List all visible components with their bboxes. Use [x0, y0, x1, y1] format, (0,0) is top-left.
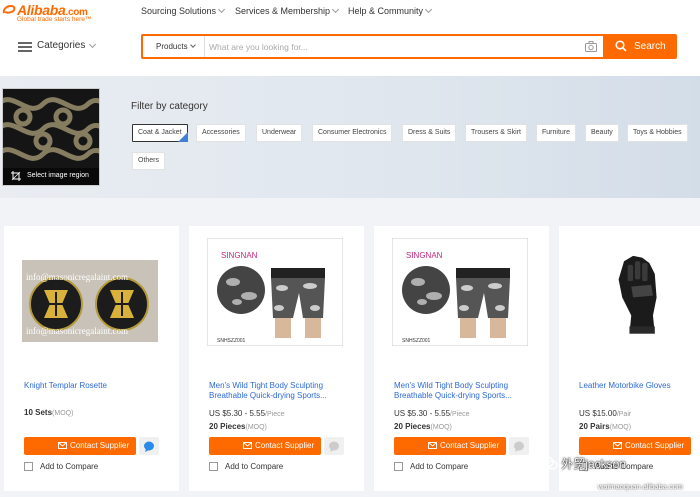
- chip-trousers-skirt[interactable]: Trousers & Skirt: [465, 124, 527, 142]
- price-row: US $5.30 - 5.55/Piece: [394, 409, 470, 418]
- filter-title: Filter by category: [131, 101, 208, 112]
- search-button[interactable]: Search: [603, 34, 677, 59]
- price-row: US $5.30 - 5.55/Piece: [209, 409, 285, 418]
- image-code-text: SNHSZZ001: [402, 338, 431, 344]
- chip-consumer-electronics[interactable]: Consumer Electronics: [312, 124, 393, 142]
- uploaded-image-thumbnail[interactable]: Select image region: [2, 88, 100, 186]
- product-title-link[interactable]: Men's Wild Tight Body Sculpting Breathab…: [209, 381, 339, 401]
- categories-label: Categories: [37, 40, 86, 51]
- alibaba-logo-icon: [2, 4, 16, 14]
- chat-button[interactable]: [324, 437, 344, 455]
- chevron-down-icon: [189, 42, 196, 48]
- image-watermark-text: info@masonicregalaint.com: [26, 326, 128, 336]
- nav-services-membership[interactable]: Services & Membership: [235, 5, 340, 16]
- crop-icon: [11, 171, 21, 181]
- svg-text:SINGNAN: SINGNAN: [221, 251, 258, 260]
- contact-supplier-button[interactable]: Contact Supplier: [209, 437, 321, 455]
- select-region-overlay[interactable]: Select image region: [3, 168, 99, 185]
- chip-beauty[interactable]: Beauty: [585, 124, 619, 142]
- product-title-link[interactable]: Knight Templar Rosette: [24, 381, 154, 391]
- product-card: SINGNAN SNHSZZ001 Men's Wild Tight Body …: [374, 226, 549, 491]
- logo-tagline: Global trade starts here™: [17, 16, 92, 23]
- chip-coat-jacket[interactable]: Coat & Jacket: [132, 124, 188, 142]
- product-title-link[interactable]: Men's Wild Tight Body Sculpting Breathab…: [394, 381, 524, 401]
- envelope-icon: [613, 442, 622, 449]
- top-header: Alibaba.com Global trade starts here™ So…: [0, 0, 700, 76]
- moq-row: 20 Pieces(MOQ): [209, 422, 267, 431]
- search-input[interactable]: [209, 38, 579, 55]
- chip-toys-hobbies[interactable]: Toys & Hobbies: [627, 124, 688, 142]
- image-search-filter-panel: Select image region Filter by category C…: [0, 76, 700, 198]
- product-image[interactable]: info@masonicregalaint.com info@masonicre…: [22, 238, 158, 346]
- search-bar: Products Search: [141, 34, 677, 59]
- contact-supplier-button[interactable]: Contact Supplier: [24, 437, 136, 455]
- chip-furniture[interactable]: Furniture: [536, 124, 577, 142]
- search-scope-select[interactable]: Products: [143, 36, 205, 57]
- envelope-icon: [58, 442, 67, 449]
- product-card: Leather Motorbike Gloves US $15.00/Pair …: [559, 226, 700, 491]
- chevron-down-icon: [424, 5, 433, 14]
- contact-supplier-button[interactable]: Contact Supplier: [394, 437, 506, 455]
- nav-sourcing-solutions[interactable]: Sourcing Solutions: [141, 5, 226, 16]
- chip-underwear[interactable]: Underwear: [256, 124, 303, 142]
- product-card: SINGNAN SNHSZZ001 Men's Wild Tight Body …: [189, 226, 364, 491]
- compare-checkbox[interactable]: [24, 462, 33, 471]
- chip-dress-suits[interactable]: Dress & Suits: [402, 124, 457, 142]
- contact-supplier-button[interactable]: Contact Supplier: [579, 437, 691, 455]
- chat-bubble-icon: [329, 441, 339, 452]
- svg-text:SINGNAN: SINGNAN: [406, 251, 443, 260]
- image-code-text: SNHSZZ001: [217, 338, 246, 344]
- moq-row: 10 Sets(MOQ): [24, 408, 74, 417]
- moq-row: 20 Pieces(MOQ): [394, 422, 452, 431]
- price-row: US $15.00/Pair: [579, 409, 632, 418]
- product-card: info@masonicregalaint.com info@masonicre…: [4, 226, 179, 491]
- search-icon: [615, 40, 627, 52]
- compare-checkbox[interactable]: [394, 462, 403, 471]
- product-image[interactable]: SINGNAN SNHSZZ001: [207, 238, 343, 346]
- selected-corner-icon: [177, 132, 188, 142]
- moq-row: 20 Pairs(MOQ): [579, 422, 632, 431]
- chat-button[interactable]: [509, 437, 529, 455]
- watermark-url: waimaoquan.alibaba.com: [598, 482, 684, 491]
- chevron-down-icon: [218, 5, 226, 14]
- chat-button[interactable]: [139, 437, 159, 455]
- chip-others[interactable]: Others: [132, 152, 166, 170]
- wechat-icon: [540, 456, 558, 470]
- product-image[interactable]: [577, 238, 700, 346]
- menu-icon: [18, 42, 32, 52]
- product-image[interactable]: SINGNAN SNHSZZ001: [392, 238, 528, 346]
- chat-bubble-icon: [514, 441, 524, 452]
- alibaba-logo[interactable]: Alibaba.com Global trade starts here™: [2, 2, 120, 24]
- chevron-down-icon: [332, 5, 340, 14]
- watermark-text: 外贸jackson: [540, 455, 626, 472]
- chevron-down-icon: [88, 40, 97, 49]
- image-watermark-text: info@masonicregalaint.com: [26, 272, 128, 282]
- nav-help-community[interactable]: Help & Community: [348, 5, 433, 16]
- chip-accessories[interactable]: Accessories: [196, 124, 246, 142]
- chat-bubble-icon: [144, 441, 154, 452]
- product-title-link[interactable]: Leather Motorbike Gloves: [579, 381, 700, 391]
- camera-icon[interactable]: [585, 41, 597, 52]
- envelope-icon: [428, 442, 437, 449]
- compare-checkbox[interactable]: [209, 462, 218, 471]
- envelope-icon: [243, 442, 252, 449]
